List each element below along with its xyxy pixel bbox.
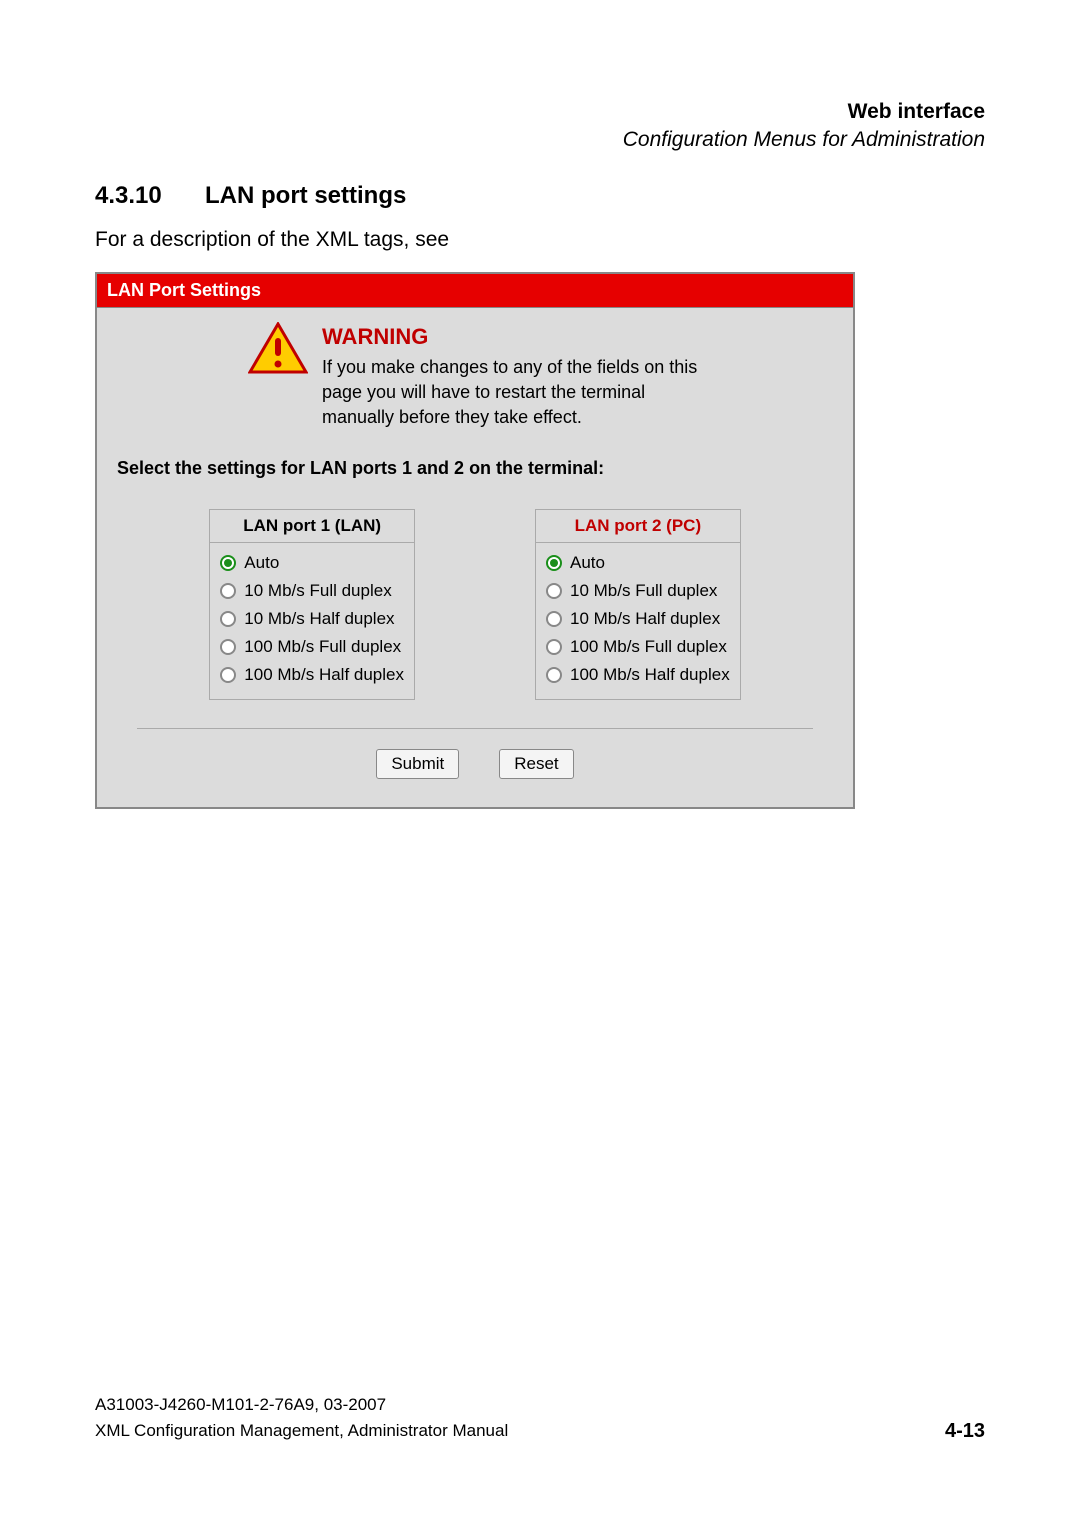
- lan-port1-group: LAN port 1 (LAN) Auto 10 Mb/s Full duple…: [209, 509, 415, 700]
- radio-icon: [220, 583, 236, 599]
- port2-option-100half[interactable]: 100 Mb/s Half duplex: [546, 661, 730, 689]
- reset-button[interactable]: Reset: [499, 749, 573, 779]
- port2-option-10full[interactable]: 10 Mb/s Full duplex: [546, 577, 730, 605]
- option-label: 10 Mb/s Full duplex: [570, 581, 717, 601]
- radio-icon: [220, 639, 236, 655]
- radio-icon: [546, 667, 562, 683]
- page-number: 4-13: [945, 1420, 985, 1443]
- warning-label: WARNING: [322, 322, 702, 353]
- radio-icon: [220, 667, 236, 683]
- radio-icon: [546, 555, 562, 571]
- lan-port1-title: LAN port 1 (LAN): [210, 510, 414, 543]
- lan-port2-title: LAN port 2 (PC): [536, 510, 740, 543]
- option-label: 100 Mb/s Half duplex: [244, 665, 404, 685]
- lan-settings-panel: LAN Port Settings WARNING If you make ch…: [95, 272, 855, 809]
- port1-option-auto[interactable]: Auto: [220, 549, 404, 577]
- radio-icon: [220, 611, 236, 627]
- warning-icon: [248, 322, 308, 430]
- section-title: LAN port settings: [205, 182, 406, 210]
- option-label: 100 Mb/s Full duplex: [244, 637, 401, 657]
- warning-text: If you make changes to any of the fields…: [322, 355, 702, 431]
- divider: [137, 728, 813, 729]
- section-heading: 4.3.10 LAN port settings: [95, 182, 985, 210]
- option-label: 100 Mb/s Full duplex: [570, 637, 727, 657]
- port1-option-10half[interactable]: 10 Mb/s Half duplex: [220, 605, 404, 633]
- option-label: 10 Mb/s Half duplex: [244, 609, 394, 629]
- option-label: Auto: [570, 553, 605, 573]
- port2-option-auto[interactable]: Auto: [546, 549, 730, 577]
- header-subtitle: Configuration Menus for Administration: [95, 128, 985, 152]
- option-label: 100 Mb/s Half duplex: [570, 665, 730, 685]
- port1-option-100half[interactable]: 100 Mb/s Half duplex: [220, 661, 404, 689]
- instruction-text: Select the settings for LAN ports 1 and …: [117, 458, 833, 479]
- lan-port2-group: LAN port 2 (PC) Auto 10 Mb/s Full duplex…: [535, 509, 741, 700]
- panel-title: LAN Port Settings: [97, 274, 853, 308]
- option-label: 10 Mb/s Full duplex: [244, 581, 391, 601]
- port1-option-10full[interactable]: 10 Mb/s Full duplex: [220, 577, 404, 605]
- option-label: Auto: [244, 553, 279, 573]
- page-header: Web interface Configuration Menus for Ad…: [95, 100, 985, 152]
- radio-icon: [546, 611, 562, 627]
- port2-option-10half[interactable]: 10 Mb/s Half duplex: [546, 605, 730, 633]
- footer-line1: A31003-J4260-M101-2-76A9, 03-2007: [95, 1392, 508, 1418]
- section-number: 4.3.10: [95, 182, 205, 210]
- submit-button[interactable]: Submit: [376, 749, 459, 779]
- option-label: 10 Mb/s Half duplex: [570, 609, 720, 629]
- radio-icon: [220, 555, 236, 571]
- radio-icon: [546, 583, 562, 599]
- warning-block: WARNING If you make changes to any of th…: [117, 322, 833, 430]
- header-title: Web interface: [95, 100, 985, 124]
- intro-text: For a description of the XML tags, see: [95, 228, 985, 252]
- radio-icon: [546, 639, 562, 655]
- footer-line2: XML Configuration Management, Administra…: [95, 1418, 508, 1444]
- port2-option-100full[interactable]: 100 Mb/s Full duplex: [546, 633, 730, 661]
- page-footer: A31003-J4260-M101-2-76A9, 03-2007 XML Co…: [95, 1392, 985, 1443]
- port1-option-100full[interactable]: 100 Mb/s Full duplex: [220, 633, 404, 661]
